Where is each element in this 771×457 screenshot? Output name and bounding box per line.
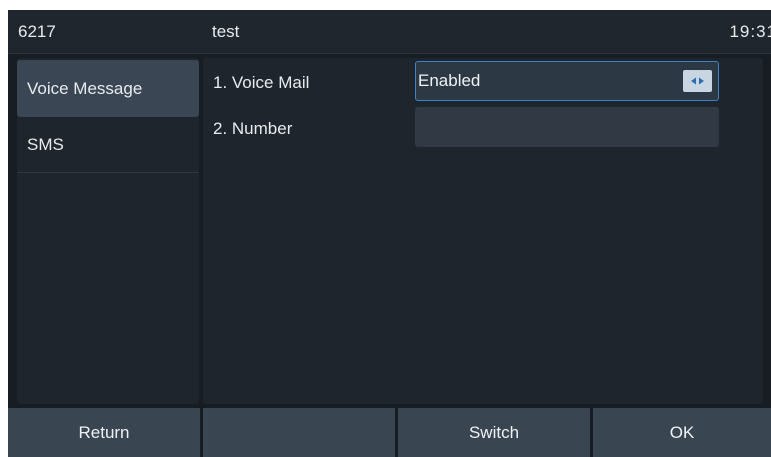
status-bar: 6217 test 19:31 [8,10,771,54]
sidebar-menu: Voice Message SMS [17,58,199,404]
sidebar-item-sms[interactable]: SMS [17,116,199,173]
number-input[interactable] [415,107,719,147]
left-right-arrows-icon[interactable] [683,70,712,92]
blank-softkey[interactable] [203,408,395,457]
return-button[interactable]: Return [8,408,200,457]
settings-panel: 1. Voice Mail Enabled 2. Number [203,58,763,404]
account-name: test [212,22,240,41]
softkey-bar: Return Switch OK [8,408,771,457]
voice-mail-label: 1. Voice Mail [213,73,310,92]
sidebar-item-voice-message[interactable]: Voice Message [17,60,199,117]
voice-mail-select[interactable]: Enabled [415,61,719,101]
number-label: 2. Number [213,119,293,138]
extension-number: 6217 [18,22,56,41]
ok-button[interactable]: OK [593,408,771,457]
voice-mail-value: Enabled [418,71,481,90]
clock: 19:31 [729,22,771,41]
phone-screen: 6217 test 19:31 Voice Message SMS 1. Voi… [8,10,771,457]
switch-button[interactable]: Switch [398,408,590,457]
